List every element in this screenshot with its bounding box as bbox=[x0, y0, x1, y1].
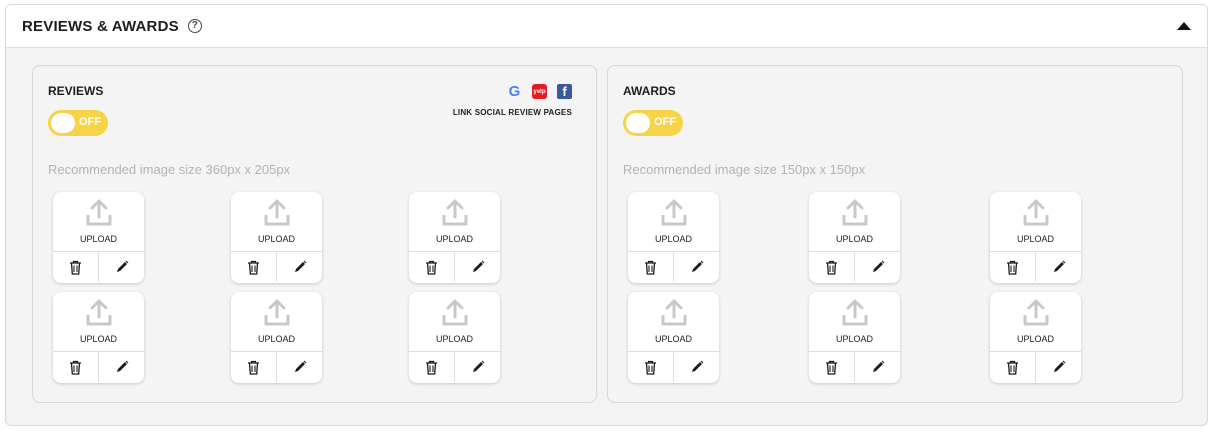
awards-label: AWARDS bbox=[623, 84, 676, 98]
google-icon[interactable]: G bbox=[507, 83, 522, 100]
upload-label: UPLOAD bbox=[79, 334, 117, 344]
pencil-icon[interactable] bbox=[673, 252, 719, 282]
upload-area[interactable]: UPLOAD bbox=[53, 192, 144, 252]
upload-label: UPLOAD bbox=[654, 334, 692, 344]
social-review-links: G yelp f LINK SOCIAL REVIEW PAGES bbox=[453, 83, 572, 120]
trash-icon[interactable] bbox=[628, 352, 673, 382]
pencil-icon[interactable] bbox=[673, 352, 719, 382]
awards-size-hint: Recommended image size 150px x 150px bbox=[623, 162, 866, 177]
pencil-icon[interactable] bbox=[854, 252, 900, 282]
upload-label: UPLOAD bbox=[835, 234, 873, 244]
upload-area[interactable]: UPLOAD bbox=[53, 292, 144, 352]
trash-icon[interactable] bbox=[809, 352, 854, 382]
pencil-icon[interactable] bbox=[98, 352, 144, 382]
upload-label: UPLOAD bbox=[1016, 334, 1054, 344]
reviews-toggle[interactable]: OFF bbox=[48, 110, 108, 136]
question-circle-icon[interactable]: ? bbox=[187, 19, 202, 33]
pencil-icon[interactable] bbox=[276, 352, 322, 382]
section-title: REVIEWS & AWARDS bbox=[22, 17, 179, 35]
upload-area[interactable]: UPLOAD bbox=[628, 292, 719, 352]
upload-tile: UPLOAD bbox=[409, 292, 500, 383]
upload-label: UPLOAD bbox=[654, 234, 692, 244]
facebook-icon[interactable]: f bbox=[557, 84, 572, 99]
pencil-icon[interactable] bbox=[1035, 352, 1081, 382]
trash-icon[interactable] bbox=[409, 252, 454, 282]
pencil-icon[interactable] bbox=[98, 252, 144, 282]
trash-icon[interactable] bbox=[809, 252, 854, 282]
upload-area[interactable]: UPLOAD bbox=[990, 192, 1081, 252]
panel-header: REVIEWS & AWARDS ? bbox=[6, 5, 1207, 48]
upload-area[interactable]: UPLOAD bbox=[990, 292, 1081, 352]
reviews-toggle-knob bbox=[51, 113, 75, 133]
trash-icon[interactable] bbox=[990, 352, 1035, 382]
upload-label: UPLOAD bbox=[79, 234, 117, 244]
upload-tile: UPLOAD bbox=[809, 192, 900, 283]
upload-tile: UPLOAD bbox=[409, 192, 500, 283]
upload-tile: UPLOAD bbox=[628, 292, 719, 383]
upload-label: UPLOAD bbox=[1016, 234, 1054, 244]
upload-tile: UPLOAD bbox=[628, 192, 719, 283]
pencil-icon[interactable] bbox=[1035, 252, 1081, 282]
caret-up-icon[interactable] bbox=[1177, 20, 1191, 32]
trash-icon[interactable] bbox=[53, 352, 98, 382]
trash-icon[interactable] bbox=[990, 252, 1035, 282]
upload-area[interactable]: UPLOAD bbox=[409, 192, 500, 252]
trash-icon[interactable] bbox=[231, 252, 276, 282]
upload-label: UPLOAD bbox=[835, 334, 873, 344]
awards-toggle-knob bbox=[626, 113, 650, 133]
upload-tile: UPLOAD bbox=[231, 292, 322, 383]
reviews-size-hint: Recommended image size 360px x 205px bbox=[48, 162, 291, 177]
trash-icon[interactable] bbox=[628, 252, 673, 282]
pencil-icon[interactable] bbox=[854, 352, 900, 382]
upload-label: UPLOAD bbox=[435, 334, 473, 344]
trash-icon[interactable] bbox=[409, 352, 454, 382]
upload-label: UPLOAD bbox=[435, 234, 473, 244]
reviews-label: REVIEWS bbox=[48, 84, 104, 98]
trash-icon[interactable] bbox=[53, 252, 98, 282]
upload-tile: UPLOAD bbox=[990, 192, 1081, 283]
upload-area[interactable]: UPLOAD bbox=[231, 292, 322, 352]
upload-tile: UPLOAD bbox=[990, 292, 1081, 383]
upload-tile: UPLOAD bbox=[231, 192, 322, 283]
pencil-icon[interactable] bbox=[276, 252, 322, 282]
upload-label: UPLOAD bbox=[257, 334, 295, 344]
yelp-icon[interactable]: yelp bbox=[532, 84, 547, 99]
upload-label: UPLOAD bbox=[257, 234, 295, 244]
reviews-awards-panel: REVIEWS & AWARDS ? REVIEWS OFF G yelp f … bbox=[5, 4, 1208, 426]
upload-tile: UPLOAD bbox=[53, 292, 144, 383]
upload-area[interactable]: UPLOAD bbox=[231, 192, 322, 252]
awards-toggle-state: OFF bbox=[654, 116, 676, 128]
upload-area[interactable]: UPLOAD bbox=[809, 192, 900, 252]
upload-tile: UPLOAD bbox=[809, 292, 900, 383]
link-social-review-pages[interactable]: LINK SOCIAL REVIEW PAGES bbox=[453, 108, 572, 117]
pencil-icon[interactable] bbox=[454, 352, 500, 382]
trash-icon[interactable] bbox=[231, 352, 276, 382]
pencil-icon[interactable] bbox=[454, 252, 500, 282]
upload-area[interactable]: UPLOAD bbox=[409, 292, 500, 352]
reviews-card: REVIEWS OFF G yelp f LINK SOCIAL REVIEW … bbox=[32, 65, 597, 403]
awards-card: AWARDS OFF Recommended image size 150px … bbox=[607, 65, 1183, 403]
upload-area[interactable]: UPLOAD bbox=[628, 192, 719, 252]
awards-toggle[interactable]: OFF bbox=[623, 110, 683, 136]
upload-tile: UPLOAD bbox=[53, 192, 144, 283]
reviews-toggle-state: OFF bbox=[79, 116, 101, 128]
upload-area[interactable]: UPLOAD bbox=[809, 292, 900, 352]
